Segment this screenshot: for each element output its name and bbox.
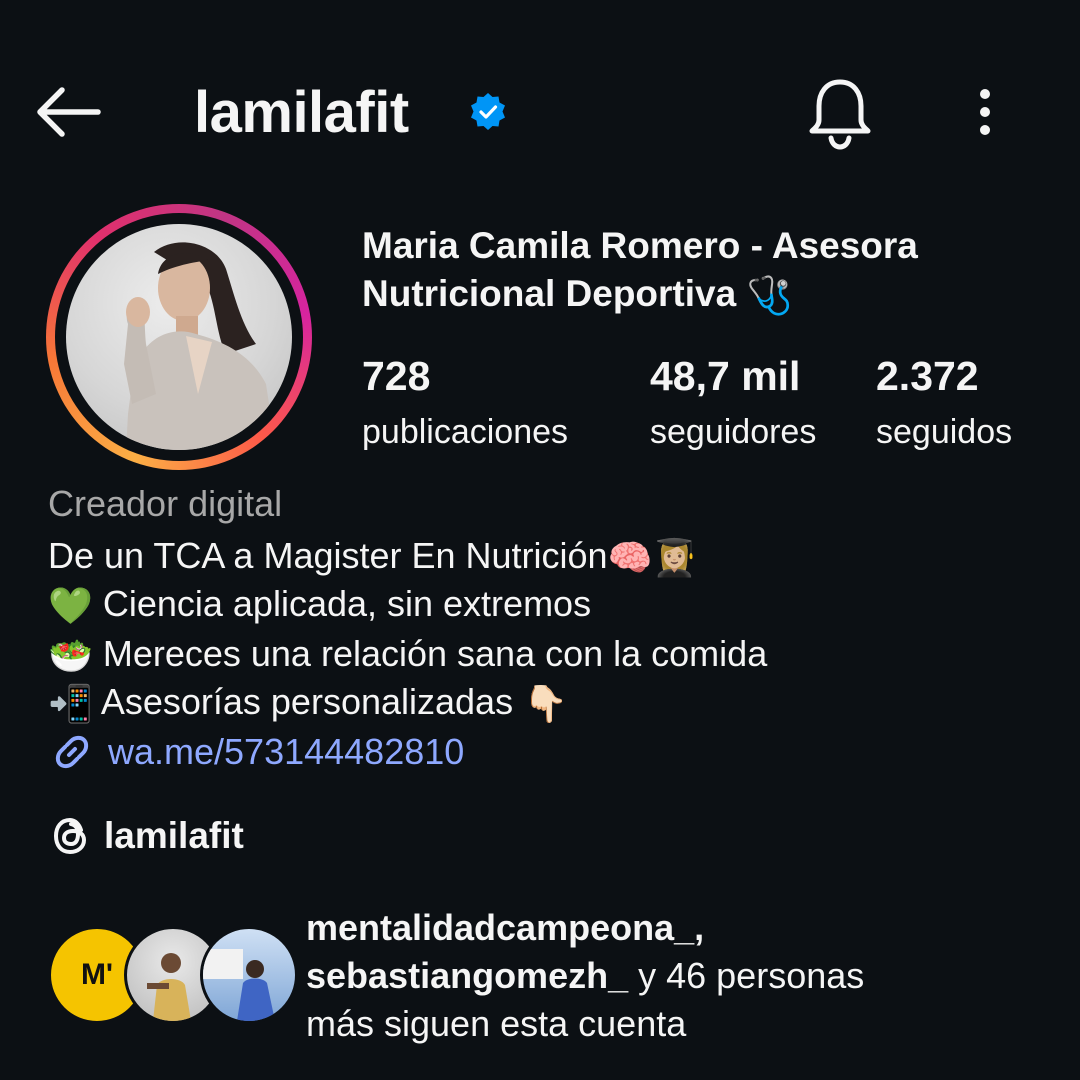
stat-followers[interactable]: 48,7 mil seguidores [650,352,816,452]
profile-avatar-story-ring[interactable] [46,204,312,470]
bell-icon [809,79,871,150]
profile-avatar [66,224,292,450]
full-name-line2: Nutricional Deportiva [362,273,737,314]
stat-following-label: seguidos [876,413,1013,451]
brain-graduate-emoji-icon: 🧠👩🏼‍🎓 [607,537,698,579]
stat-posts-label: publicaciones [362,413,569,451]
stat-followers-label: seguidores [650,413,817,451]
bio-link-text: wa.me/573144482810 [108,731,465,772]
threads-handle: lamilafit [104,815,244,856]
pointing-down-emoji-icon: 👇🏻 [523,683,568,725]
stat-posts-value: 728 [362,353,431,399]
followed-by-user-2[interactable]: sebastiangomezh_ [306,955,628,996]
bio-line-2: 💚 Ciencia aplicada, sin extremos [48,580,591,630]
threads-badge[interactable]: lamilafit [48,812,244,860]
bio-link[interactable]: wa.me/573144482810 [48,728,464,776]
mobile-arrow-emoji-icon: 📲 [48,683,93,725]
stethoscope-icon: 🩺 [746,275,793,317]
followed-by-user-1[interactable]: mentalidadcampeona_, [306,907,704,948]
bio-line-1: De un TCA a Magister En Nutrición🧠👩🏼‍🎓 [48,532,697,582]
followed-by-text[interactable]: mentalidadcampeona_, sebastiangomezh_ y … [306,904,1046,1048]
salad-emoji-icon: 🥗 [48,635,93,677]
follower-avatar-1-initial: M' [80,958,114,991]
stat-posts[interactable]: 728 publicaciones [362,352,568,452]
profile-category: Creador digital [48,483,283,524]
more-options-button[interactable] [960,84,1010,144]
stat-following[interactable]: 2.372 seguidos [876,352,1012,452]
back-button[interactable] [32,80,112,144]
link-icon [55,735,89,769]
profile-username: lamilafit [194,80,409,145]
bio-line-4: 📲 Asesorías personalizadas 👇🏻 [48,678,568,728]
person-photo-icon [203,949,275,1021]
stat-followers-value: 48,7 mil [650,353,801,399]
verified-badge-icon [471,93,505,130]
notifications-button[interactable] [804,76,876,152]
profile-full-name: Maria Camila Romero - Asesora Nutriciona… [362,222,1052,320]
full-name-line1: Maria Camila Romero - Asesora [362,225,918,266]
green-heart-emoji-icon: 💚 [48,585,93,627]
bio-line-3: 🥗 Mereces una relación sana con la comid… [48,630,767,680]
stat-following-value: 2.372 [876,353,979,399]
arrow-left-icon [37,87,101,137]
threads-icon [53,817,87,855]
more-vertical-icon [980,89,990,135]
follower-avatar-3[interactable] [200,926,298,1024]
